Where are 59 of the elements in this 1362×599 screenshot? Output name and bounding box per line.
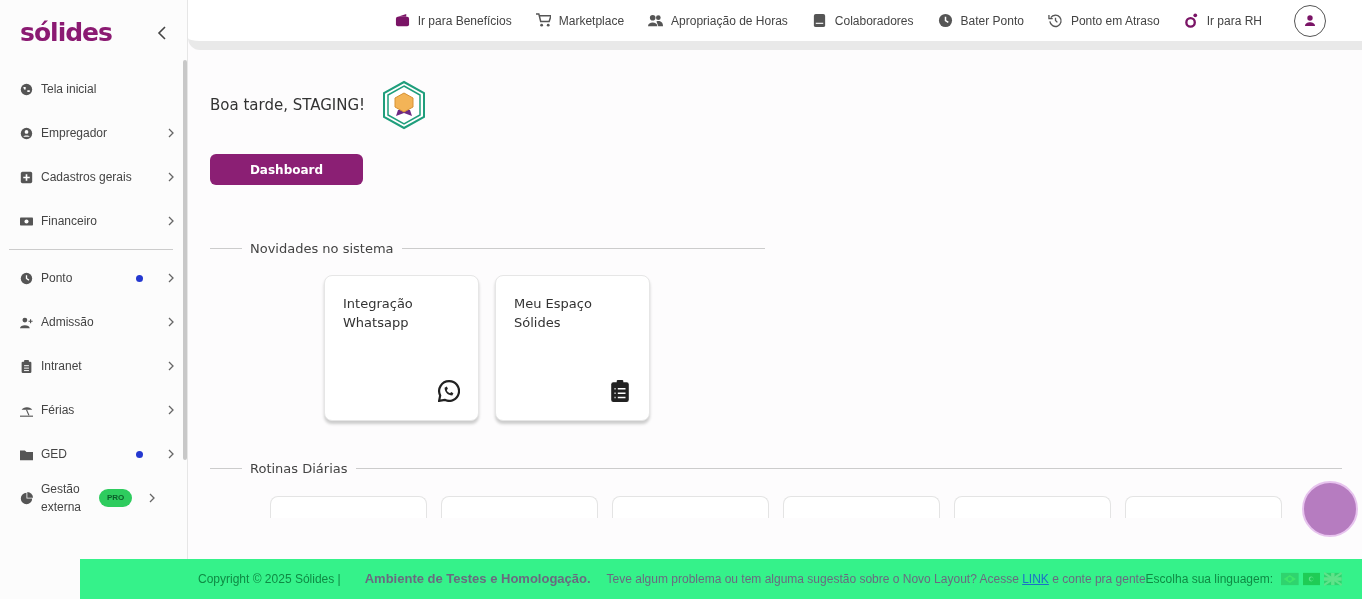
news-card[interactable]: Integração Whatsapp: [324, 274, 479, 421]
banner-title: Ambiente de Testes e Homologação.: [364, 570, 591, 589]
flag-icon[interactable]: [1281, 570, 1299, 588]
dashboard-button[interactable]: Dashboard: [210, 154, 363, 185]
history-icon: [1047, 13, 1063, 28]
section-title: Novidades no sistema: [250, 240, 394, 258]
notification-dot: [136, 450, 143, 458]
chevron-right-icon: [167, 216, 175, 226]
collapse-icon[interactable]: [157, 25, 167, 40]
sidebar-item[interactable]: Cadastros gerais: [0, 155, 187, 199]
chevron-right-icon: [167, 317, 175, 327]
nav-link[interactable]: Ponto em Atraso: [1047, 11, 1160, 30]
chevron-right-icon: [167, 449, 175, 459]
nav-link[interactable]: Colaboradores: [811, 11, 914, 30]
nav-link[interactable]: Ir para RH: [1183, 11, 1262, 30]
wallet-icon: [394, 13, 410, 28]
sidebar-item[interactable]: Intranet: [0, 344, 187, 388]
sidebar-item[interactable]: Gestão externa PRO: [0, 476, 187, 520]
sidebar-item[interactable]: Empregador: [0, 111, 187, 155]
greeting: Boa tarde, STAGING!: [210, 94, 366, 116]
sidebar-item[interactable]: Tela inicial: [0, 67, 187, 111]
clipboard-list-icon: [609, 379, 631, 402]
feedback-link[interactable]: LINK: [1022, 572, 1049, 586]
medal-icon: [381, 80, 428, 130]
clock-icon: [937, 13, 953, 28]
chevron-right-icon: [167, 172, 175, 182]
nav-link[interactable]: Apropriação de Horas: [648, 11, 788, 30]
chevron-right-icon: [167, 128, 175, 138]
chevron-right-icon: [167, 273, 175, 283]
chevron-right-icon: [167, 361, 175, 371]
nav-link[interactable]: Marketplace: [535, 11, 625, 30]
nav-link[interactable]: Ir para Benefícios: [394, 11, 512, 30]
sidebar-item[interactable]: Ponto: [0, 256, 187, 300]
chevron-right-icon: [167, 405, 175, 415]
user-icon: [1305, 15, 1315, 26]
flag-icon[interactable]: [1302, 570, 1321, 588]
book-icon: [811, 13, 827, 28]
chevron-right-icon: [148, 493, 157, 503]
sidebar-item[interactable]: Admissão: [0, 300, 187, 344]
profile-button[interactable]: [1294, 4, 1326, 37]
ring-logo-icon: [1183, 13, 1199, 28]
logo[interactable]: sólides: [20, 20, 112, 45]
section-title: Rotinas Diárias: [250, 459, 348, 478]
sidebar-item[interactable]: Financeiro: [0, 199, 187, 243]
language-label: Escolha sua linguagem:: [1145, 571, 1274, 588]
scrollbar[interactable]: [183, 60, 187, 460]
chat-bubble-icon: [438, 379, 460, 402]
sidebar-item[interactable]: Férias: [0, 388, 187, 432]
nav-link[interactable]: Bater Ponto: [937, 11, 1024, 30]
banner-message: Teve algum problema ou tem alguma sugestão sobre o Novo Layout? Acesse LINK e conte pra gente: [606, 571, 1146, 588]
news-card[interactable]: Meu Espaço Sólides: [495, 274, 650, 421]
flag-icon[interactable]: [1324, 570, 1342, 588]
cart-icon: [535, 13, 551, 28]
copyright-text: Copyright © 2025 Sólides |: [198, 571, 341, 588]
notification-dot: [136, 274, 143, 282]
sidebar-item[interactable]: GED: [0, 432, 187, 476]
assistant-avatar[interactable]: [1302, 481, 1358, 537]
pro-badge: PRO: [99, 489, 133, 507]
people-icon: [648, 13, 664, 28]
